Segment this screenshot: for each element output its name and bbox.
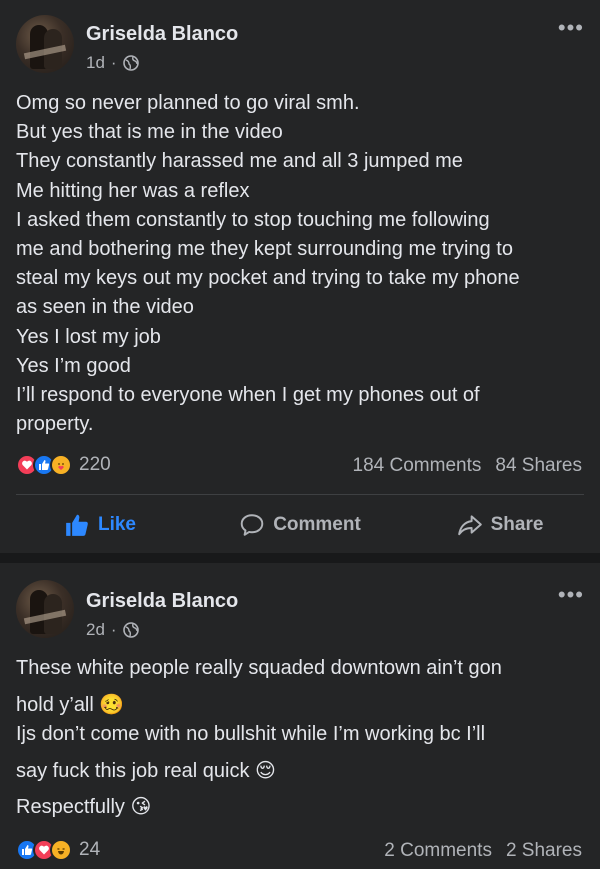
post-meta: 2d · xyxy=(86,620,139,640)
post-time[interactable]: 1d xyxy=(86,53,105,73)
action-bar: Like Comment Share xyxy=(0,500,600,550)
avatar[interactable] xyxy=(16,580,74,638)
reaction-count: 220 xyxy=(79,454,111,475)
comments-count[interactable]: 184 Comments xyxy=(353,455,482,476)
post-text-line: These white people really squaded downto… xyxy=(16,657,502,679)
comment-button[interactable]: Comment xyxy=(200,500,400,550)
feed-gap xyxy=(0,553,600,563)
post-header: Griselda Blanco 1d · ••• xyxy=(0,0,600,80)
engagement-stats: 184 Comments 84 Shares xyxy=(353,455,582,477)
globe-icon xyxy=(122,55,139,71)
reaction-summary[interactable]: 220 xyxy=(16,454,111,476)
share-icon xyxy=(457,515,482,536)
post-text-line: me and bothering me they kept surroundin… xyxy=(16,238,513,261)
post-text-line: Ijs don’t come with no bullshit while I’… xyxy=(16,723,486,745)
reaction-summary[interactable]: 24 xyxy=(16,839,100,861)
post-text: Omg so never planned to go viral smh. Bu… xyxy=(16,89,590,439)
globe-icon xyxy=(122,622,139,638)
like-label: Like xyxy=(97,514,137,535)
like-button[interactable]: Like xyxy=(0,500,200,550)
post-text-line: They constantly harassed me and all 3 ju… xyxy=(16,150,463,173)
post-text-line: say fuck this job real quick 😌 xyxy=(16,760,276,782)
post-text-line: Omg so never planned to go viral smh. xyxy=(16,92,360,114)
post-text-line: But yes that is me in the video xyxy=(16,121,283,144)
comment-label: Comment xyxy=(273,514,361,535)
post-text-line: Yes I lost my job xyxy=(16,325,161,348)
author-name[interactable]: Griselda Blanco xyxy=(86,590,238,613)
shares-count[interactable]: 2 Shares xyxy=(506,840,582,861)
post-card: Griselda Blanco 2d · ••• These white peo… xyxy=(0,563,600,869)
post-text-line: I asked them constantly to stop touching… xyxy=(16,208,490,231)
share-label: Share xyxy=(490,514,544,535)
post-text-line: property. xyxy=(16,413,94,436)
more-options-button[interactable]: ••• xyxy=(558,17,584,39)
comment-icon xyxy=(240,514,264,536)
comments-count[interactable]: 2 Comments xyxy=(384,840,492,861)
meta-separator: · xyxy=(110,620,117,639)
post-meta: 1d · xyxy=(86,53,139,73)
share-button[interactable]: Share xyxy=(400,500,600,550)
thumbs-up-icon xyxy=(66,514,88,536)
post-card: Griselda Blanco 1d · ••• Omg so never pl… xyxy=(0,0,600,553)
reaction-count: 24 xyxy=(79,839,101,860)
care-reaction-icon xyxy=(50,454,72,476)
post-text-line: as seen in the video xyxy=(16,296,194,319)
post-text-line: I’ll respond to everyone when I get my p… xyxy=(16,384,480,407)
meta-separator: · xyxy=(110,53,117,72)
author-name[interactable]: Griselda Blanco xyxy=(86,23,238,46)
engagement-stats: 2 Comments 2 Shares xyxy=(384,840,582,862)
post-text-line: steal my keys out my pocket and trying t… xyxy=(16,267,520,290)
post-header: Griselda Blanco 2d · ••• xyxy=(0,563,600,643)
post-text-line: Me hitting her was a reflex xyxy=(16,179,250,202)
divider xyxy=(16,494,584,495)
post-text-line: hold y’all 🥴 xyxy=(16,694,125,716)
shares-count[interactable]: 84 Shares xyxy=(495,455,582,476)
avatar[interactable] xyxy=(16,15,74,73)
post-time[interactable]: 2d xyxy=(86,620,105,640)
post-text-line: Respectfully 😘 xyxy=(16,796,152,818)
post-text-line: Yes I’m good xyxy=(16,354,131,377)
haha-reaction-icon xyxy=(50,839,72,861)
more-options-button[interactable]: ••• xyxy=(558,584,584,606)
